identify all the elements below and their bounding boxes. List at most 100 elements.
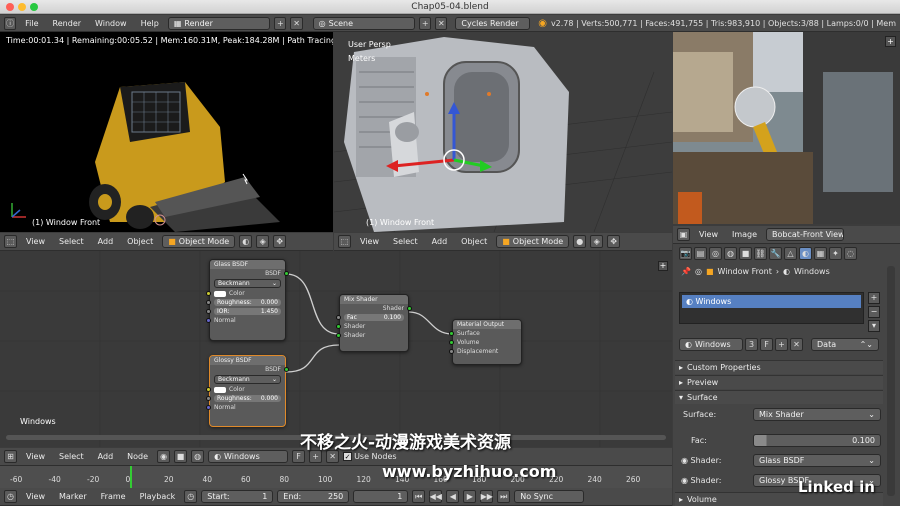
- mode-selector-2[interactable]: ■ Object Mode: [496, 235, 570, 248]
- node-editor-canvas[interactable]: Glass BSDF BSDF Beckmann ⌄ Color Roughnes…: [0, 251, 672, 447]
- pin-icon[interactable]: 📌: [681, 267, 691, 276]
- timeline-menu-playback[interactable]: Playback: [135, 492, 181, 501]
- glass-color-socket[interactable]: [206, 291, 211, 296]
- start-frame-field[interactable]: Start: 1: [201, 490, 274, 503]
- menu-object[interactable]: Object: [122, 237, 158, 246]
- add-scene-button[interactable]: +: [419, 16, 432, 30]
- node-menu-view[interactable]: View: [21, 452, 50, 461]
- editor-type-node-icon[interactable]: ⊞: [4, 450, 17, 463]
- solid-viewport[interactable]: User Persp Meters (1) Window Front: [334, 32, 672, 232]
- surface-shader-selector[interactable]: Mix Shader ⌄: [753, 408, 881, 421]
- glass-distribution-dropdown[interactable]: Beckmann ⌄: [214, 279, 281, 288]
- object-shader-icon[interactable]: ■: [174, 450, 188, 463]
- preview-panel[interactable]: ▸ Preview: [675, 375, 883, 389]
- glossy-normal-socket[interactable]: [206, 405, 211, 410]
- slot-specials-button[interactable]: ▾: [868, 320, 880, 332]
- use-nodes-toggle[interactable]: ✓ Use Nodes: [343, 452, 397, 461]
- glossy-color-socket[interactable]: [206, 387, 211, 392]
- scene-selector[interactable]: ◎ Scene: [312, 16, 416, 30]
- particles-tab-icon[interactable]: ✦: [829, 247, 842, 260]
- physics-tab-icon[interactable]: ◌: [844, 247, 857, 260]
- pivot-icon[interactable]: ◈: [256, 235, 270, 248]
- menu-view-2[interactable]: View: [355, 237, 384, 246]
- glossy-roughness-field[interactable]: Roughness: 0.000: [214, 395, 281, 402]
- material-fake-user[interactable]: F: [760, 338, 773, 351]
- menu-help[interactable]: Help: [136, 19, 164, 28]
- mix-shader1-socket[interactable]: [336, 324, 341, 329]
- glossy-roughness-socket[interactable]: [206, 396, 211, 401]
- glossy-bsdf-node[interactable]: Glossy BSDF BSDF Beckmann ⌄ Color Roughne…: [206, 355, 289, 427]
- editor-type-timeline-icon[interactable]: ◷: [4, 490, 17, 503]
- glass-output-socket[interactable]: [284, 271, 289, 276]
- pivot-icon-2[interactable]: ◈: [590, 235, 604, 248]
- manipulator-icon[interactable]: ✥: [273, 235, 287, 248]
- next-keyframe-icon[interactable]: ▶▶: [480, 490, 494, 503]
- material-new-button[interactable]: +: [775, 338, 788, 351]
- glass-ior-socket[interactable]: [206, 309, 211, 314]
- material-slot-list[interactable]: ◐ Windows: [679, 292, 864, 324]
- current-frame-field[interactable]: 1: [353, 490, 409, 503]
- output-displacement-socket[interactable]: [449, 349, 454, 354]
- glass-color-swatch[interactable]: [214, 290, 226, 297]
- editor-type-icon[interactable]: ⓘ: [4, 16, 17, 30]
- node-menu-add[interactable]: Add: [93, 452, 119, 461]
- timeline-menu-marker[interactable]: Marker: [54, 492, 92, 501]
- shading-icon[interactable]: ◐: [239, 235, 253, 248]
- menu-add[interactable]: Add: [93, 237, 119, 246]
- image-selector[interactable]: Bobcat-Front View...: [766, 228, 845, 241]
- node-menu-node[interactable]: Node: [122, 452, 153, 461]
- timeline-area[interactable]: -60 -40 -20 0 20 40 60 80 100 120 140 160 180 200 220 2…: [0, 466, 672, 488]
- add-slot-button[interactable]: +: [868, 292, 880, 304]
- shader1-selector[interactable]: Glass BSDF ⌄: [753, 454, 881, 467]
- world-tab-icon[interactable]: ◍: [724, 247, 737, 260]
- close-window-button[interactable]: [6, 3, 14, 11]
- modifiers-tab-icon[interactable]: 🔧: [769, 247, 782, 260]
- mix-fac-field[interactable]: Fac 0.100: [344, 314, 404, 321]
- constraints-tab-icon[interactable]: ⛓: [754, 247, 767, 260]
- remove-scene-button[interactable]: ✕: [435, 16, 448, 30]
- menu-select-2[interactable]: Select: [388, 237, 423, 246]
- mix-shader2-socket[interactable]: [336, 333, 341, 338]
- menu-render[interactable]: Render: [48, 19, 86, 28]
- shader-type-icon[interactable]: ◉: [157, 450, 171, 463]
- material-slot-item[interactable]: ◐ Windows: [682, 295, 861, 308]
- add-layout-button[interactable]: +: [274, 16, 287, 30]
- menu-image[interactable]: Image: [727, 230, 762, 239]
- scene-tab-icon[interactable]: ◎: [709, 247, 722, 260]
- preview-range-icon[interactable]: ◷: [184, 490, 198, 503]
- mix-fac-socket[interactable]: [336, 315, 341, 320]
- jump-start-icon[interactable]: ⏮: [412, 490, 426, 503]
- play-icon[interactable]: ▶: [463, 490, 477, 503]
- node-panel-toggle[interactable]: +: [658, 261, 668, 271]
- output-surface-socket[interactable]: [449, 331, 454, 336]
- prev-keyframe-icon[interactable]: ◀◀: [429, 490, 443, 503]
- mix-output-socket[interactable]: [407, 306, 412, 311]
- jump-end-icon[interactable]: ⏭: [497, 490, 511, 503]
- sync-mode-selector[interactable]: No Sync: [514, 490, 585, 503]
- menu-add-2[interactable]: Add: [427, 237, 453, 246]
- glass-normal-socket[interactable]: [206, 318, 211, 323]
- menu-file[interactable]: File: [20, 19, 43, 28]
- use-nodes-checkbox[interactable]: ✓: [343, 452, 353, 461]
- remove-slot-button[interactable]: −: [868, 306, 880, 318]
- texture-tab-icon[interactable]: ▦: [814, 247, 827, 260]
- mix-shader-node[interactable]: Mix Shader Shader Fac 0.100 Shader Shader: [336, 294, 412, 352]
- output-volume-socket[interactable]: [449, 340, 454, 345]
- timeline-menu-frame[interactable]: Frame: [96, 492, 131, 501]
- node-material-selector[interactable]: ◐ Windows: [208, 450, 289, 463]
- menu-image-view[interactable]: View: [694, 230, 723, 239]
- editor-type-3d-icon[interactable]: ⬚: [4, 235, 17, 248]
- menu-object-2[interactable]: Object: [456, 237, 492, 246]
- glossy-distribution-dropdown[interactable]: Beckmann ⌄: [214, 375, 281, 384]
- shading-icon-2[interactable]: ●: [573, 235, 587, 248]
- glass-roughness-socket[interactable]: [206, 300, 211, 305]
- editor-type-image-icon[interactable]: ▣: [677, 228, 690, 241]
- manipulator-icon-2[interactable]: ✥: [607, 235, 621, 248]
- custom-properties-panel[interactable]: ▸ Custom Properties: [675, 360, 883, 374]
- timeline-menu-view[interactable]: View: [21, 492, 50, 501]
- minimize-window-button[interactable]: [18, 3, 26, 11]
- glossy-output-socket[interactable]: [284, 367, 289, 372]
- material-output-node[interactable]: Material Output Surface Volume Displacem…: [449, 319, 522, 365]
- layers-tab-icon[interactable]: ▤: [694, 247, 707, 260]
- zoom-window-button[interactable]: [30, 3, 38, 11]
